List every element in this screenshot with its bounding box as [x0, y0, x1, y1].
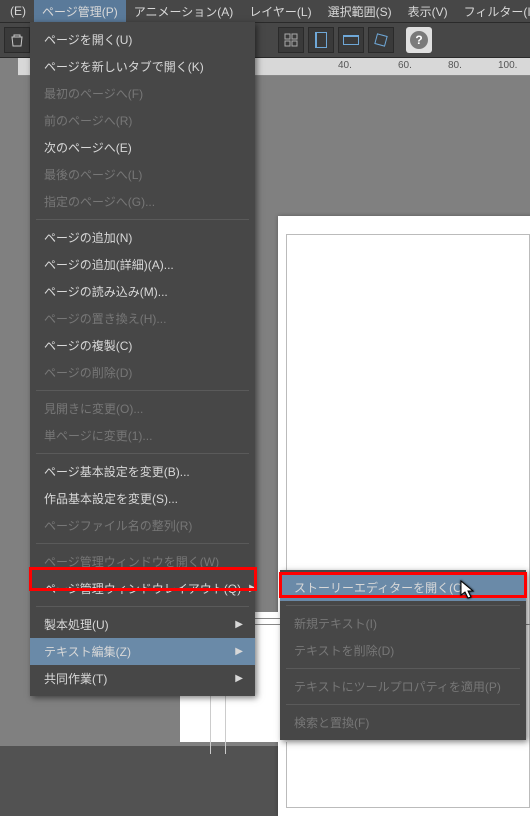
grid-button[interactable]: [278, 27, 304, 53]
help-button[interactable]: ?: [406, 27, 432, 53]
menu-separator: [286, 668, 520, 669]
menu-add-page-detail[interactable]: ページの追加(詳細)(A)...: [30, 251, 255, 278]
menu-goto-page: 指定のページへ(G)...: [30, 188, 255, 215]
rotate-button[interactable]: [368, 27, 394, 53]
ruler-tick: 40.: [338, 60, 352, 71]
page-management-menu: ページを開く(U) ページを新しいタブで開く(K) 最初のページへ(F) 前のペ…: [30, 22, 255, 696]
menu-animation[interactable]: アニメーション(A): [126, 0, 242, 23]
menu-separator: [36, 606, 249, 607]
submenu-delete-text: テキストを削除(D): [280, 637, 526, 664]
help-icon: ?: [410, 31, 428, 49]
menu-layer[interactable]: レイヤー(L): [241, 0, 319, 23]
menu-add-page[interactable]: ページの追加(N): [30, 224, 255, 251]
menu-import-page[interactable]: ページの読み込み(M)...: [30, 278, 255, 305]
menu-next-page[interactable]: 次のページへ(E): [30, 134, 255, 161]
menu-mgmt-layout[interactable]: ページ管理ウィンドウレイアウト(Q)▶: [30, 575, 255, 602]
submenu-arrow-icon: ▶: [235, 619, 243, 630]
ruler-tick: 100.: [498, 60, 517, 71]
menu-prev-page: 前のページへ(R): [30, 107, 255, 134]
menubar: (E) ページ管理(P) アニメーション(A) レイヤー(L) 選択範囲(S) …: [0, 0, 530, 22]
flip-h-button[interactable]: [308, 27, 334, 53]
menu-last-page: 最後のページへ(L): [30, 161, 255, 188]
menu-page-base-settings[interactable]: ページ基本設定を変更(B)...: [30, 458, 255, 485]
menu-binding[interactable]: 製本処理(U)▶: [30, 611, 255, 638]
menu-open-page[interactable]: ページを開く(U): [30, 26, 255, 53]
menu-view[interactable]: 表示(V): [400, 0, 456, 23]
ruler-tick: 80.: [448, 60, 462, 71]
ruler-tick: 60.: [398, 60, 412, 71]
menu-duplicate-page[interactable]: ページの複製(C): [30, 332, 255, 359]
menu-filter[interactable]: フィルター(I): [456, 0, 530, 23]
menu-separator: [286, 605, 520, 606]
menu-delete-page: ページの削除(D): [30, 359, 255, 386]
menu-sort-filenames: ページファイル名の整列(R): [30, 512, 255, 539]
text-edit-submenu: ストーリーエディターを開く(O) 新規テキスト(I) テキストを削除(D) テキ…: [280, 570, 526, 740]
menu-e[interactable]: (E): [2, 1, 34, 21]
menu-separator: [36, 453, 249, 454]
submenu-apply-tool-property: テキストにツールプロパティを適用(P): [280, 673, 526, 700]
menu-page-management[interactable]: ページ管理(P): [34, 0, 126, 23]
menu-separator: [286, 704, 520, 705]
submenu-open-story-editor[interactable]: ストーリーエディターを開く(O): [280, 574, 526, 601]
submenu-arrow-icon: ▶: [249, 583, 257, 594]
submenu-find-replace: 検索と置換(F): [280, 709, 526, 736]
menu-open-in-new-tab[interactable]: ページを新しいタブで開く(K): [30, 53, 255, 80]
menu-replace-page: ページの置き換え(H)...: [30, 305, 255, 332]
menu-separator: [36, 543, 249, 544]
menu-to-spread: 見開きに変更(O)...: [30, 395, 255, 422]
menu-work-base-settings[interactable]: 作品基本設定を変更(S)...: [30, 485, 255, 512]
submenu-arrow-icon: ▶: [235, 646, 243, 657]
submenu-new-text: 新規テキスト(I): [280, 610, 526, 637]
menu-first-page: 最初のページへ(F): [30, 80, 255, 107]
menu-separator: [36, 390, 249, 391]
menu-separator: [36, 219, 249, 220]
menu-collaboration[interactable]: 共同作業(T)▶: [30, 665, 255, 692]
menu-selection[interactable]: 選択範囲(S): [320, 0, 400, 23]
menu-text-edit[interactable]: テキスト編集(Z)▶: [30, 638, 255, 665]
menu-to-single: 単ページに変更(1)...: [30, 422, 255, 449]
menu-open-mgmt-window: ページ管理ウィンドウを開く(W): [30, 548, 255, 575]
submenu-arrow-icon: ▶: [235, 673, 243, 684]
trash-button[interactable]: [4, 27, 30, 53]
flip-v-button[interactable]: [338, 27, 364, 53]
